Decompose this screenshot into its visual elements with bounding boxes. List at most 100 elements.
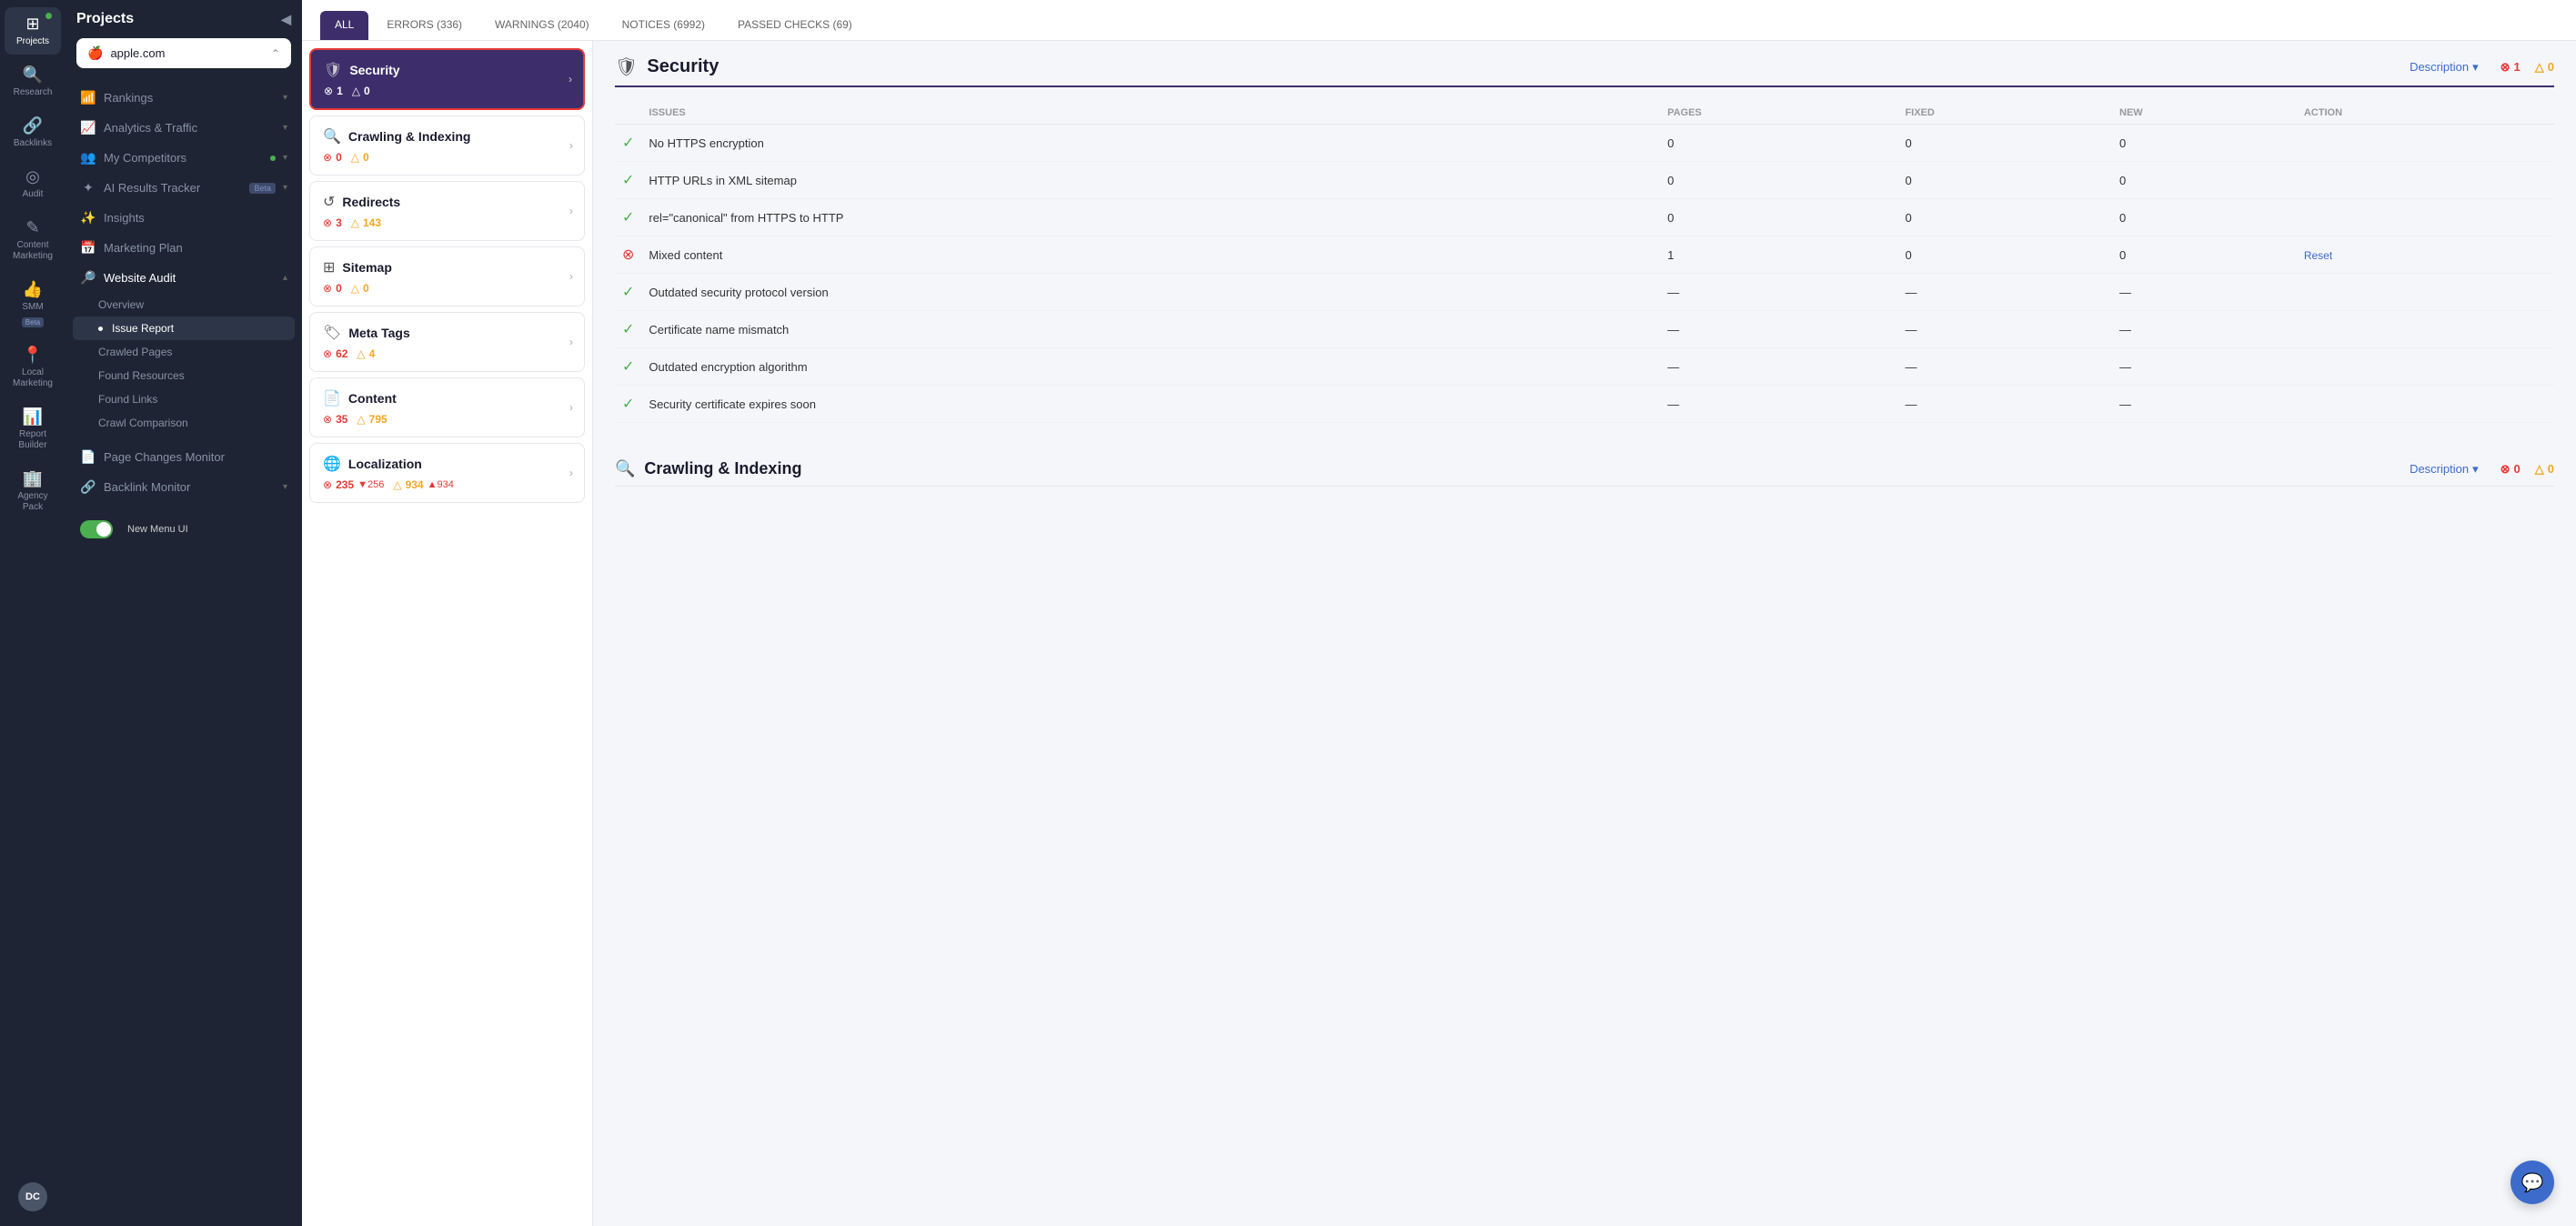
- nav-sub-item-found-links[interactable]: Found Links: [65, 387, 302, 411]
- security-warning-icon: △: [352, 85, 360, 97]
- crawling-error-circle-icon: ⊗: [2501, 462, 2511, 477]
- audit-card-redirects[interactable]: ↺ Redirects ⊗ 3 △ 143 ›: [309, 181, 585, 241]
- description-button[interactable]: Description ▾: [2410, 60, 2479, 75]
- issue-status-cell: ✓: [615, 199, 641, 236]
- nav-sub-item-crawled-pages[interactable]: Crawled Pages: [65, 340, 302, 364]
- issue-report-label: Issue Report: [112, 322, 174, 335]
- crawling-card-header: 🔍 Crawling & Indexing: [323, 127, 571, 146]
- sidebar-item-audit[interactable]: ◎ Audit: [5, 160, 61, 207]
- redirects-warning-count: 143: [363, 216, 381, 229]
- nav-item-ai-results-tracker[interactable]: ✦ AI Results Tracker Beta ▾: [65, 173, 302, 203]
- issue-name-cell: Outdated encryption algorithm: [641, 348, 1660, 386]
- sidebar-item-agency-pack[interactable]: 🏢 Agency Pack: [5, 462, 61, 520]
- status-ok-icon: ✓: [622, 285, 634, 300]
- sitemap-warning-count: 0: [363, 282, 369, 295]
- sidebar-item-projects[interactable]: ⊞ Projects: [5, 7, 61, 55]
- smm-beta-badge: Beta: [22, 317, 44, 327]
- content-area: 🛡 Security ⊗ 1 △ 0 ›: [302, 41, 2576, 1226]
- nav-item-my-competitors[interactable]: 👥 My Competitors ▾: [65, 143, 302, 173]
- collapse-sidebar-button[interactable]: ◀: [281, 12, 291, 27]
- tab-passed[interactable]: PASSED CHECKS (69): [723, 11, 867, 40]
- audit-card-meta-tags[interactable]: 🏷 Meta Tags ⊗ 62 △ 4 ›: [309, 312, 585, 372]
- audit-card-crawling[interactable]: 🔍 Crawling & Indexing ⊗ 0 △ 0 ›: [309, 116, 585, 176]
- issue-new-cell: 0: [2112, 162, 2297, 199]
- nav-item-marketing-plan[interactable]: 📅 Marketing Plan: [65, 233, 302, 263]
- domain-selector[interactable]: 🍎 apple.com ⌃: [76, 38, 291, 68]
- issue-new-cell: —: [2112, 386, 2297, 423]
- ai-tracker-label: AI Results Tracker: [104, 181, 242, 195]
- projects-dot: [45, 13, 52, 19]
- redirects-warning-stat: △ 143: [351, 216, 381, 229]
- crawling-section-header: 🔍 Crawling & Indexing Description ▾ ⊗ 0: [615, 445, 2554, 487]
- status-ok-icon: ✓: [622, 322, 634, 337]
- security-error-count: 1: [337, 85, 343, 97]
- security-card-chevron-icon: ›: [569, 73, 572, 85]
- issue-pages-cell: 0: [1660, 162, 1897, 199]
- description-chevron-icon: ▾: [2472, 60, 2479, 75]
- meta-tags-warning-count: 4: [369, 347, 376, 360]
- sitemap-card-title: Sitemap: [342, 260, 391, 275]
- redirects-card-chevron-icon: ›: [569, 205, 573, 217]
- audit-card-content[interactable]: 📄 Content ⊗ 35 △ 795 ›: [309, 377, 585, 437]
- nav-item-website-audit[interactable]: 🔎 Website Audit ▴: [65, 263, 302, 293]
- sitemap-error-icon: ⊗: [323, 282, 332, 295]
- redirects-warning-icon: △: [351, 216, 359, 229]
- issue-status-cell: ✓: [615, 125, 641, 162]
- localization-card-chevron-icon: ›: [569, 467, 573, 479]
- projects-header: Projects ◀: [65, 11, 302, 38]
- issue-new-cell: 0: [2112, 125, 2297, 162]
- smm-icon: 👍: [23, 280, 43, 299]
- research-label: Research: [14, 87, 53, 98]
- nav-sub-item-issue-report[interactable]: Issue Report: [73, 317, 295, 340]
- nav-sub-item-overview[interactable]: Overview: [65, 293, 302, 317]
- crawled-pages-label: Crawled Pages: [98, 346, 172, 358]
- sidebar-item-report-builder[interactable]: 📊 Report Builder: [5, 400, 61, 458]
- audit-card-security[interactable]: 🛡 Security ⊗ 1 △ 0 ›: [309, 48, 585, 110]
- issue-action-cell: [2297, 311, 2554, 348]
- audit-label: Audit: [23, 189, 44, 200]
- status-ok-icon: ✓: [622, 359, 634, 375]
- chat-fab-button[interactable]: 💬: [2511, 1161, 2554, 1204]
- audit-icon: ◎: [25, 167, 40, 186]
- reset-action-button[interactable]: Reset: [2304, 249, 2332, 262]
- sidebar-item-local-marketing[interactable]: 📍 Local Marketing: [5, 338, 61, 397]
- issue-fixed-cell: 0: [1897, 199, 2112, 236]
- sidebar-item-smm[interactable]: 👍 SMM Beta: [5, 273, 61, 335]
- status-ok-icon: ✓: [622, 210, 634, 226]
- audit-card-localization[interactable]: 🌐 Localization ⊗ 235 ▼256 △ 934 ▲934 ›: [309, 443, 585, 503]
- tab-warnings[interactable]: WARNINGS (2040): [480, 11, 604, 40]
- nav-item-rankings[interactable]: 📶 Rankings ▾: [65, 83, 302, 113]
- sidebar-item-research[interactable]: 🔍 Research: [5, 58, 61, 106]
- redirects-card-icon: ↺: [323, 193, 335, 211]
- crawling-description-button[interactable]: Description ▾: [2410, 462, 2479, 477]
- crawling-total-warnings: △ 0: [2535, 462, 2554, 477]
- localization-card-icon: 🌐: [323, 455, 341, 473]
- meta-tags-card-header: 🏷 Meta Tags: [323, 324, 571, 342]
- table-row: ✓ Security certificate expires soon — — …: [615, 386, 2554, 423]
- nav-sub-item-crawl-comparison[interactable]: Crawl Comparison: [65, 411, 302, 435]
- crawling-card-chevron-icon: ›: [569, 139, 573, 152]
- user-avatar[interactable]: DC: [18, 1182, 47, 1211]
- nav-sub-item-found-resources[interactable]: Found Resources: [65, 364, 302, 387]
- new-menu-ui-toggle[interactable]: [80, 520, 113, 538]
- main-content: ALL ERRORS (336) WARNINGS (2040) NOTICES…: [302, 0, 2576, 1226]
- tab-errors[interactable]: ERRORS (336): [372, 11, 477, 40]
- audit-card-sitemap[interactable]: ⊞ Sitemap ⊗ 0 △ 0 ›: [309, 246, 585, 306]
- localization-card-stats: ⊗ 235 ▼256 △ 934 ▲934: [323, 478, 571, 491]
- security-section-header: 🛡 Security Description ▾ ⊗ 1 △: [615, 55, 2554, 87]
- issue-pages-cell: —: [1660, 274, 1897, 311]
- crawling-error-icon: ⊗: [323, 151, 332, 164]
- nav-item-backlink-monitor[interactable]: 🔗 Backlink Monitor ▾: [65, 472, 302, 502]
- sidebar-item-content-marketing[interactable]: ✎ Content Marketing: [5, 211, 61, 269]
- backlinks-label: Backlinks: [14, 138, 52, 149]
- status-ok-icon: ✓: [622, 136, 634, 151]
- nav-item-analytics-traffic[interactable]: 📈 Analytics & Traffic ▾: [65, 113, 302, 143]
- sidebar-item-backlinks[interactable]: 🔗 Backlinks: [5, 109, 61, 156]
- tab-all[interactable]: ALL: [320, 11, 368, 40]
- nav-item-insights[interactable]: ✨ Insights: [65, 203, 302, 233]
- redirects-card-header: ↺ Redirects: [323, 193, 571, 211]
- meta-tags-error-count: 62: [336, 347, 347, 360]
- crawling-card-icon: 🔍: [323, 127, 341, 146]
- tab-notices[interactable]: NOTICES (6992): [608, 11, 719, 40]
- nav-item-page-changes-monitor[interactable]: 📄 Page Changes Monitor: [65, 442, 302, 472]
